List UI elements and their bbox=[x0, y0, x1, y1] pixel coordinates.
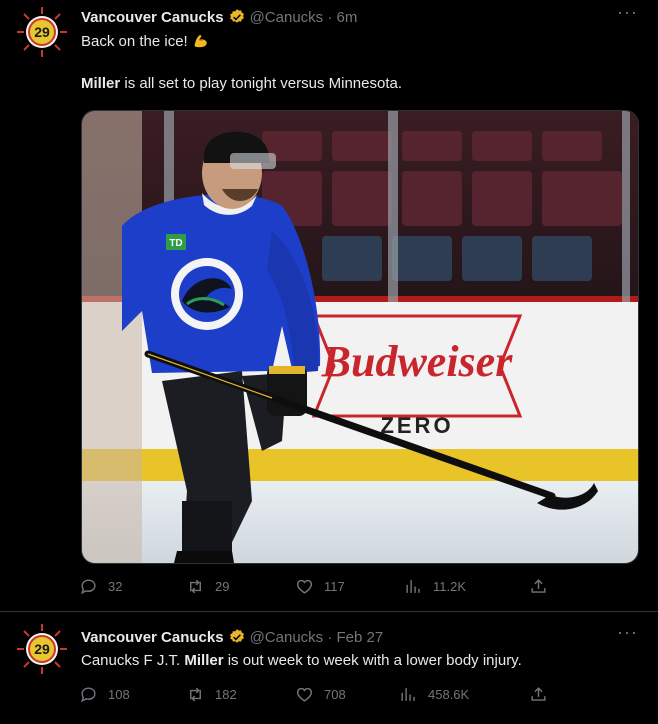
reply-count: 32 bbox=[108, 579, 123, 594]
retweet-icon bbox=[190, 687, 201, 702]
like-button[interactable]: 708 bbox=[295, 685, 346, 704]
tweet-actions-bar: 108 182 708 458.6K bbox=[79, 685, 559, 705]
heart-icon bbox=[296, 579, 313, 594]
avatar[interactable]: 29 bbox=[16, 6, 68, 58]
tweet-header: Vancouver Canucks @Canucks · Feb 27 bbox=[81, 626, 383, 648]
tweet-text: Canucks F J.T. bbox=[81, 652, 185, 669]
tweet[interactable]: 29 Vancouver Canucks @Canucks · 6m ··· B… bbox=[0, 0, 658, 612]
heart-icon bbox=[296, 687, 313, 702]
retweet-icon bbox=[190, 579, 201, 594]
share-button[interactable] bbox=[529, 577, 558, 596]
more-options-icon[interactable]: ··· bbox=[617, 2, 638, 23]
views-count: 458.6K bbox=[428, 687, 470, 702]
reply-icon bbox=[80, 579, 96, 595]
hockey-player-photo: Budweiser ZERO TD bbox=[82, 111, 638, 563]
sign-sub-text: ZERO bbox=[380, 413, 453, 438]
verified-badge-icon bbox=[229, 629, 244, 643]
tweet-text: is all set to play tonight versus Minnes… bbox=[120, 75, 402, 92]
share-icon bbox=[531, 687, 546, 701]
views-chart-icon bbox=[406, 580, 420, 593]
tweet-text-line: Miller is all set to play tonight versus… bbox=[81, 74, 402, 94]
avatar-badge-text: 29 bbox=[34, 641, 50, 657]
tweet[interactable]: 29 Vancouver Canucks @Canucks · Feb 27 ·… bbox=[0, 612, 658, 724]
more-options-icon[interactable]: ··· bbox=[617, 622, 638, 643]
verified-badge-icon bbox=[229, 9, 244, 23]
retweet-button[interactable]: 29 bbox=[186, 577, 229, 596]
tweet-text-bold: Miller bbox=[184, 652, 224, 669]
tweet-text-line: Canucks F J.T. Miller is out week to wee… bbox=[81, 651, 522, 671]
reply-button[interactable]: 32 bbox=[79, 577, 122, 596]
jersey-patch-text: TD bbox=[169, 238, 182, 249]
tweet-text: is out week to week with a lower body in… bbox=[223, 652, 522, 669]
tweet-header: Vancouver Canucks @Canucks · 6m bbox=[81, 6, 357, 28]
reply-button[interactable]: 108 bbox=[79, 685, 130, 704]
retweet-button[interactable]: 182 bbox=[186, 685, 237, 704]
like-count: 117 bbox=[324, 579, 345, 594]
tweet-text: Back on the ice! bbox=[81, 33, 188, 50]
like-button[interactable]: 117 bbox=[295, 577, 345, 596]
avatar-badge-text: 29 bbox=[34, 24, 50, 40]
tweet-text-bold: Miller bbox=[81, 75, 121, 92]
author-handle-time[interactable]: @Canucks · Feb 27 bbox=[250, 629, 384, 646]
tweet-media-photo[interactable]: Budweiser ZERO TD bbox=[81, 110, 639, 564]
flexed-biceps-icon bbox=[194, 35, 207, 48]
like-count: 708 bbox=[324, 687, 346, 702]
views-button[interactable]: 11.2K bbox=[404, 577, 466, 596]
reply-icon bbox=[80, 687, 96, 703]
retweet-count: 182 bbox=[215, 687, 237, 702]
views-chart-icon bbox=[401, 688, 415, 701]
avatar[interactable]: 29 bbox=[16, 623, 68, 675]
views-button[interactable]: 458.6K bbox=[399, 685, 469, 704]
reply-count: 108 bbox=[108, 687, 130, 702]
author-name[interactable]: Vancouver Canucks bbox=[81, 629, 224, 646]
sign-brand-text: Budweiser bbox=[321, 337, 514, 386]
retweet-count: 29 bbox=[215, 579, 230, 594]
views-count: 11.2K bbox=[433, 579, 467, 594]
author-handle-time[interactable]: @Canucks · 6m bbox=[250, 9, 358, 26]
author-name[interactable]: Vancouver Canucks bbox=[81, 9, 224, 26]
share-icon bbox=[531, 579, 546, 593]
tweet-text-line: Back on the ice! bbox=[81, 31, 210, 52]
tweet-actions-bar: 32 29 117 11.2K bbox=[79, 577, 559, 597]
share-button[interactable] bbox=[529, 685, 558, 704]
